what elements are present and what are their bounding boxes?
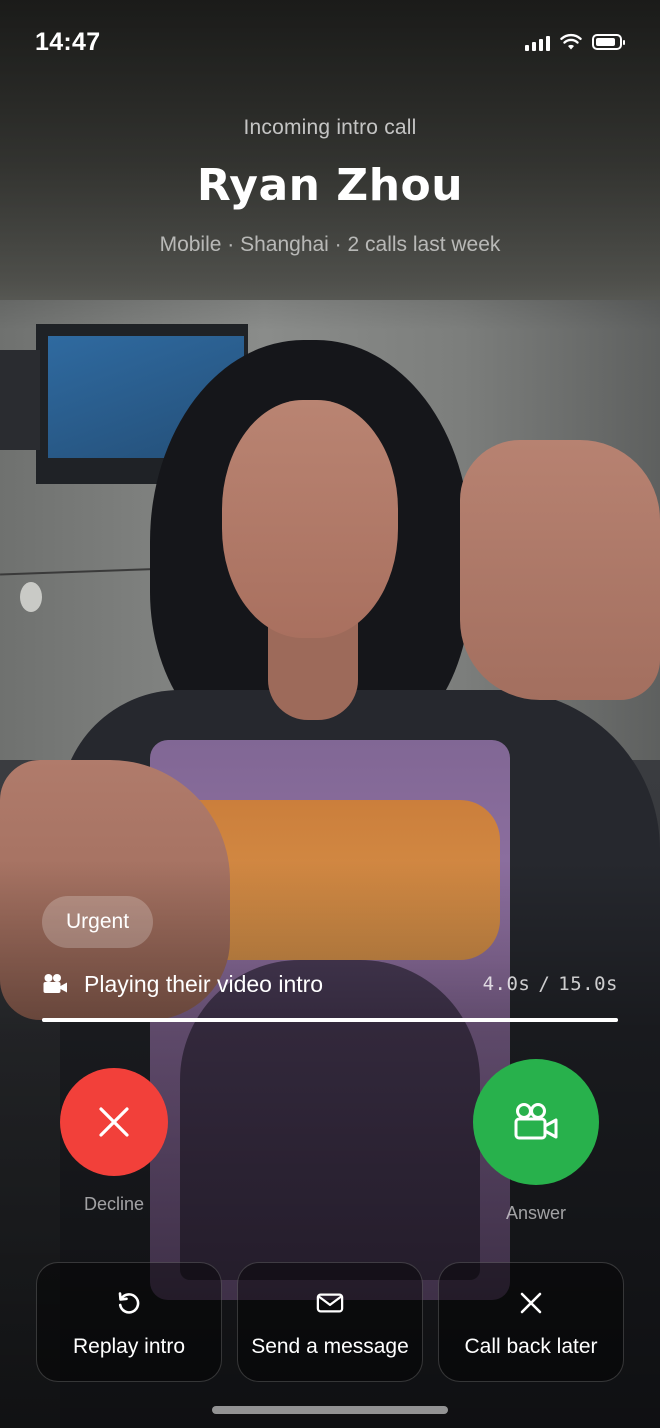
intro-timer: 4.0s / 15.0s (483, 973, 618, 995)
status-time: 14:47 (35, 28, 101, 56)
answer-label: Answer (505, 1203, 567, 1223)
intro-duration: 15.0s (558, 973, 618, 995)
caller-name: Ryan Zhou (196, 160, 464, 211)
close-icon (99, 1107, 129, 1137)
wifi-icon (560, 33, 582, 50)
caller-header: Incoming intro call Ryan Zhou Mobile · S… (0, 116, 660, 257)
send-message-label: Send a message (251, 1335, 409, 1358)
call-back-later-button[interactable]: Call back later (438, 1262, 624, 1382)
call-back-later-label: Call back later (464, 1335, 598, 1358)
replay-intro-button[interactable]: Replay intro (36, 1262, 222, 1382)
decline-label: Decline (83, 1194, 145, 1214)
intro-progress-fill (42, 1018, 618, 1022)
home-indicator[interactable] (212, 1406, 448, 1414)
caller-meta: Mobile · Shanghai · 2 calls last week (159, 233, 501, 256)
call-type-label: Incoming intro call (243, 116, 417, 139)
send-message-button[interactable]: Send a message (237, 1262, 423, 1382)
cellular-signal-icon (525, 33, 550, 51)
decline-button[interactable] (60, 1068, 168, 1176)
intro-playback-row: Playing their video intro 4.0s / 15.0s (42, 966, 618, 1002)
status-bar: 14:47 (0, 0, 660, 86)
video-camera-icon (514, 1103, 558, 1140)
status-icons (525, 33, 625, 51)
intro-status-label: Playing their video intro (84, 970, 324, 997)
incoming-call-screen: 14:47 Incoming intro call Ryan Zhou Mobi… (0, 0, 660, 1428)
battery-icon (592, 34, 625, 50)
intro-progress-bar[interactable] (42, 1018, 618, 1022)
intro-elapsed: 4.0s (482, 973, 531, 995)
answer-button[interactable] (473, 1059, 599, 1185)
video-camera-icon (43, 974, 67, 993)
envelope-icon (316, 1293, 344, 1313)
intro-time-separator: / (538, 973, 551, 995)
replay-icon (118, 1292, 140, 1314)
replay-intro-label: Replay intro (72, 1335, 186, 1358)
close-icon (520, 1292, 542, 1314)
urgent-badge: Urgent (42, 896, 154, 948)
